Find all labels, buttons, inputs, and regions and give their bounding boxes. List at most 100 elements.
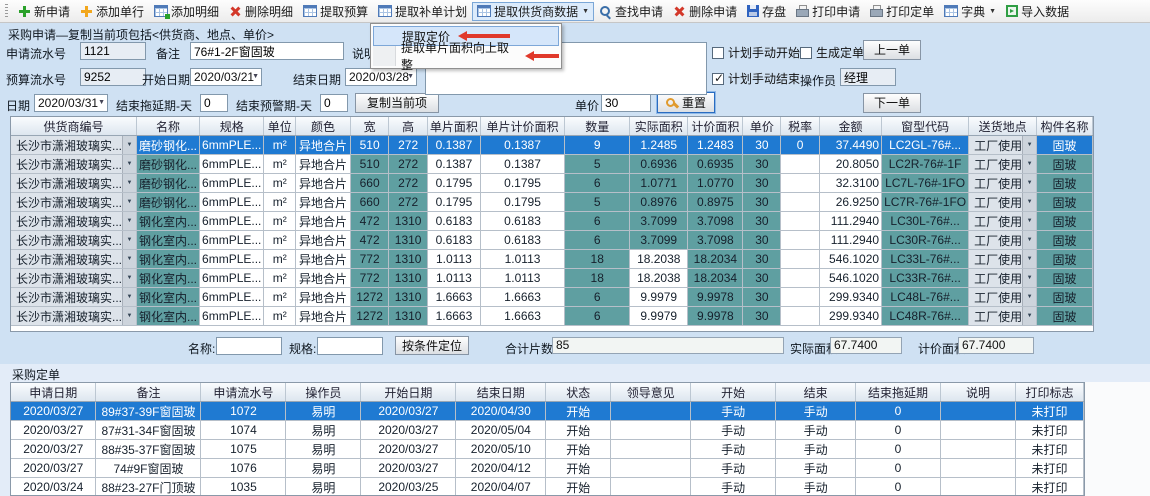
cell-supplier[interactable]: 长沙市潇湘玻璃实...▼	[11, 269, 137, 288]
cell-leader-opinion[interactable]	[611, 478, 691, 496]
cell-end-date[interactable]: 2020/04/07	[456, 478, 546, 496]
date-combobox[interactable]: 2020/03/31▼	[34, 94, 108, 112]
unit-price-field[interactable]	[601, 93, 651, 112]
cell-window-code[interactable]: LC7L-76#-1FO	[882, 174, 969, 193]
combo-dropdown-icon[interactable]: ▼	[122, 269, 136, 287]
chevron-down-icon[interactable]: ▼	[252, 73, 259, 80]
column-header[interactable]: 实际面积	[630, 117, 688, 136]
cell-qty[interactable]: 6	[565, 288, 630, 307]
cell-spec[interactable]: 6mmPLE...	[200, 155, 264, 174]
cell-start-date[interactable]: 2020/03/25	[361, 478, 456, 496]
cell-start[interactable]: 手动	[691, 440, 776, 459]
cell-name[interactable]: 钢化室内...	[137, 212, 200, 231]
table-row[interactable]: 长沙市潇湘玻璃实...▼磨砂钢化...6mmPLE...m²异地合片510272…	[11, 155, 1093, 174]
cell-end-delay[interactable]: 0	[856, 440, 941, 459]
cell-qty[interactable]: 6	[565, 307, 630, 326]
cell-unit-price[interactable]: 30	[743, 174, 781, 193]
cell-print-flag[interactable]: 未打印	[1015, 440, 1083, 459]
cell-status[interactable]: 开始	[546, 440, 611, 459]
cell-unit-price[interactable]: 30	[743, 193, 781, 212]
cell-end[interactable]: 手动	[776, 478, 856, 496]
combo-dropdown-icon[interactable]: ▼	[122, 288, 136, 306]
column-header[interactable]: 结束	[776, 383, 856, 402]
cell-status[interactable]: 开始	[546, 478, 611, 496]
spec-filter-input[interactable]	[317, 337, 383, 355]
cell-amount[interactable]: 32.3100	[819, 174, 881, 193]
cell-supplier[interactable]: 长沙市潇湘玻璃实...▼	[11, 136, 137, 155]
table-row[interactable]: 2020/03/2488#23-27F门顶玻1035易明2020/03/2520…	[11, 478, 1084, 496]
cell-apply-no[interactable]: 1075	[201, 440, 286, 459]
cell-color[interactable]: 异地合片	[296, 231, 351, 250]
cell-spec[interactable]: 6mmPLE...	[200, 307, 264, 326]
cell-leader-opinion[interactable]	[611, 421, 691, 440]
cell-window-code[interactable]: LC30R-76#...	[882, 231, 969, 250]
cell-actual-area[interactable]: 1.2485	[630, 136, 688, 155]
cell-delivery[interactable]: 工厂使用▼	[969, 307, 1037, 326]
cell-piece-priced-area[interactable]: 1.0113	[480, 250, 564, 269]
table-row[interactable]: 长沙市潇湘玻璃实...▼钢化室内...6mmPLE...m²异地合片127213…	[11, 288, 1093, 307]
cell-tax-rate[interactable]	[781, 269, 819, 288]
cell-unit-price[interactable]: 30	[743, 307, 781, 326]
cell-color[interactable]: 异地合片	[296, 174, 351, 193]
cell-width[interactable]: 772	[350, 250, 389, 269]
cell-amount[interactable]: 546.1020	[819, 269, 881, 288]
combo-dropdown-icon[interactable]: ▼	[1022, 307, 1036, 325]
combo-dropdown-icon[interactable]: ▼	[1022, 174, 1036, 192]
table-row[interactable]: 2020/03/2787#31-34F窗固玻1074易明2020/03/2720…	[11, 421, 1084, 440]
cell-color[interactable]: 异地合片	[296, 307, 351, 326]
cell-apply-no[interactable]: 1072	[201, 402, 286, 421]
cell-window-code[interactable]: LC48R-76#...	[882, 307, 969, 326]
column-header[interactable]: 申请流水号	[201, 383, 286, 402]
column-header[interactable]: 名称	[137, 117, 200, 136]
cell-priced-area[interactable]: 0.8975	[688, 193, 743, 212]
cell-width[interactable]: 472	[350, 231, 389, 250]
cell-end-date[interactable]: 2020/04/12	[456, 459, 546, 478]
cell-tax-rate[interactable]	[781, 174, 819, 193]
cell-end-delay[interactable]: 0	[856, 478, 941, 496]
cell-actual-area[interactable]: 0.8976	[630, 193, 688, 212]
cell-actual-area[interactable]: 9.9979	[630, 307, 688, 326]
cell-name[interactable]: 钢化室内...	[137, 288, 200, 307]
toolbar-button-print-order[interactable]: 打印定单	[865, 2, 939, 21]
toolbar-button-save[interactable]: 存盘	[742, 2, 791, 21]
column-header[interactable]: 颜色	[296, 117, 351, 136]
cell-name[interactable]: 钢化室内...	[137, 269, 200, 288]
table-row[interactable]: 长沙市潇湘玻璃实...▼磨砂钢化...6mmPLE...m²异地合片660272…	[11, 174, 1093, 193]
column-header[interactable]: 备注	[96, 383, 201, 402]
table-row[interactable]: 长沙市潇湘玻璃实...▼钢化室内...6mmPLE...m²异地合片772131…	[11, 269, 1093, 288]
column-header[interactable]: 单位	[264, 117, 296, 136]
cell-piece-priced-area[interactable]: 0.6183	[480, 231, 564, 250]
cell-unit-price[interactable]: 30	[743, 288, 781, 307]
cell-unit-price[interactable]: 30	[743, 155, 781, 174]
column-header[interactable]: 领导意见	[611, 383, 691, 402]
cell-start-date[interactable]: 2020/03/27	[361, 402, 456, 421]
cell-component[interactable]: 固玻	[1037, 174, 1093, 193]
cell-piece-priced-area[interactable]: 0.1795	[480, 193, 564, 212]
cell-amount[interactable]: 26.9250	[819, 193, 881, 212]
cell-operator[interactable]: 易明	[286, 459, 361, 478]
plan-manual-start-checkbox[interactable]: 计划手动开始	[712, 44, 800, 61]
cell-component[interactable]: 固玻	[1037, 231, 1093, 250]
combo-dropdown-icon[interactable]: ▼	[1022, 155, 1036, 173]
cell-color[interactable]: 异地合片	[296, 193, 351, 212]
apply-no-field[interactable]	[80, 42, 146, 60]
combo-dropdown-icon[interactable]: ▼	[122, 136, 136, 154]
cell-component[interactable]: 固玻	[1037, 193, 1093, 212]
cell-color[interactable]: 异地合片	[296, 288, 351, 307]
cell-piece-area[interactable]: 1.0113	[427, 250, 480, 269]
cell-height[interactable]: 272	[389, 193, 428, 212]
cell-start-date[interactable]: 2020/03/27	[361, 459, 456, 478]
cell-component[interactable]: 固玻	[1037, 136, 1093, 155]
cell-remark[interactable]: 74#9F窗固玻	[96, 459, 201, 478]
toolbar-button-extract-supplier-data[interactable]: 提取供货商数据▼	[472, 2, 594, 21]
cell-piece-priced-area[interactable]: 1.6663	[480, 307, 564, 326]
cell-window-code[interactable]: LC48L-76#...	[882, 288, 969, 307]
cell-unit[interactable]: m²	[264, 269, 296, 288]
cell-priced-area[interactable]: 1.2483	[688, 136, 743, 155]
cell-end[interactable]: 手动	[776, 402, 856, 421]
cell-qty[interactable]: 9	[565, 136, 630, 155]
cell-tax-rate[interactable]: 0	[781, 136, 819, 155]
cell-qty[interactable]: 6	[565, 231, 630, 250]
cell-piece-priced-area[interactable]: 1.0113	[480, 269, 564, 288]
cell-note[interactable]	[941, 402, 1016, 421]
